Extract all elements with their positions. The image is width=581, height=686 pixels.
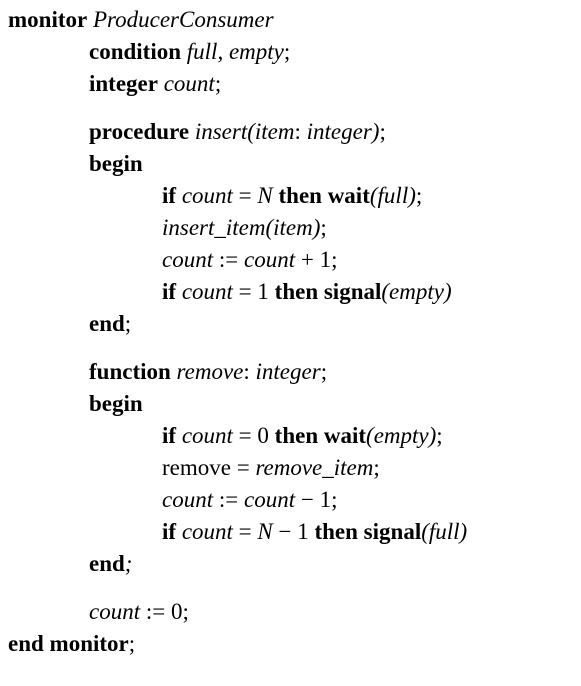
code-line: begin	[89, 390, 143, 418]
code-text: ;	[320, 215, 327, 240]
identifier: insert(item	[194, 119, 295, 144]
code-line: count := 0;	[89, 598, 189, 626]
identifier: count	[243, 487, 296, 512]
identifier: N	[257, 183, 273, 208]
identifier: (full)	[369, 183, 416, 208]
keyword: then wait	[278, 183, 370, 208]
code-line: end;	[89, 310, 131, 338]
identifier: count	[181, 423, 233, 448]
code-line: end monitor;	[8, 630, 135, 658]
keyword: then signal	[274, 279, 382, 304]
code-text: ;	[214, 71, 222, 96]
code-line: function remove: integer;	[89, 358, 327, 386]
keyword: end	[89, 311, 125, 336]
identifier: ;	[124, 551, 133, 576]
identifier: N	[257, 519, 273, 544]
code-text: = 1	[232, 279, 275, 304]
code-line: monitor ProducerConsumer	[8, 6, 274, 34]
keyword: end	[89, 551, 125, 576]
code-text: ;	[283, 39, 291, 64]
keyword: if	[162, 183, 177, 208]
identifier: integer)	[306, 119, 380, 144]
identifier: count	[162, 487, 214, 512]
keyword: monitor	[8, 7, 88, 32]
code-text: :	[243, 359, 256, 384]
code-text: = 0	[232, 423, 275, 448]
code-line: count := count − 1;	[162, 486, 337, 514]
keyword: then signal	[314, 519, 422, 544]
identifier: (full)	[421, 519, 468, 544]
identifier: insert_item(item)	[162, 215, 321, 240]
code-text: :=	[213, 247, 244, 272]
code-text: :	[294, 119, 307, 144]
keyword: integer	[89, 71, 158, 96]
keyword: condition	[89, 39, 182, 64]
code-text: ;	[373, 455, 380, 480]
code-line: if count = N then wait(full);	[162, 182, 422, 210]
identifier: remove_item	[255, 455, 374, 480]
keyword: if	[162, 279, 177, 304]
keyword: procedure	[89, 119, 190, 144]
code-line: procedure insert(item: integer);	[89, 118, 386, 146]
code-text: := 0;	[140, 599, 189, 624]
code-line: if count = N − 1 then signal(full)	[162, 518, 467, 546]
identifier: (empty)	[366, 423, 437, 448]
keyword: then wait	[274, 423, 367, 448]
code-text: ;	[415, 183, 423, 208]
identifier: count	[162, 247, 214, 272]
code-text: ;	[436, 423, 443, 448]
code-text: :=	[213, 487, 244, 512]
identifier: count	[181, 183, 233, 208]
identifier: ProducerConsumer	[92, 7, 274, 32]
code-text: ;	[124, 311, 132, 336]
keyword: function	[89, 359, 171, 384]
keyword: begin	[89, 151, 143, 176]
identifier: count	[243, 247, 296, 272]
keyword: if	[162, 519, 177, 544]
code-text: =	[232, 183, 258, 208]
keyword: begin	[89, 391, 143, 416]
code-text: remove =	[162, 455, 256, 480]
identifier: count	[181, 519, 233, 544]
identifier: full, empty	[186, 39, 284, 64]
code-line: begin	[89, 150, 143, 178]
keyword: if	[162, 423, 177, 448]
code-text: − 1	[272, 519, 315, 544]
code-line: remove = remove_item;	[162, 454, 380, 482]
code-text: ;	[128, 631, 136, 656]
identifier: (empty)	[381, 279, 452, 304]
code-line: integer count;	[89, 70, 221, 98]
code-text: ;	[320, 359, 328, 384]
code-line: insert_item(item);	[162, 214, 327, 242]
identifier: count	[89, 599, 141, 624]
code-line: if count = 0 then wait(empty);	[162, 422, 443, 450]
code-line: if count = 1 then signal(empty)	[162, 278, 452, 306]
code-line: count := count + 1;	[162, 246, 337, 274]
identifier: remove	[176, 359, 244, 384]
keyword: end monitor	[8, 631, 129, 656]
code-text: + 1;	[295, 247, 338, 272]
pseudocode-listing: monitor ProducerConsumer condition full, …	[0, 0, 581, 686]
code-line: condition full, empty;	[89, 38, 290, 66]
identifier: count	[181, 279, 233, 304]
code-text: =	[232, 519, 258, 544]
identifier: count	[163, 71, 215, 96]
code-line: end;	[89, 550, 132, 578]
code-text: ;	[379, 119, 386, 144]
identifier: integer	[255, 359, 321, 384]
code-text: − 1;	[295, 487, 338, 512]
